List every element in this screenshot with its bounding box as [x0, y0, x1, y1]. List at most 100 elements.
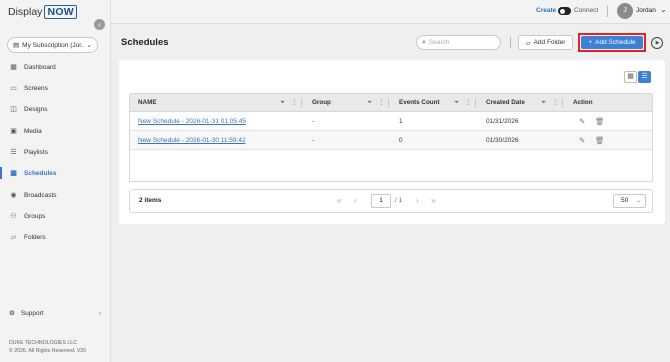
sidebar-item-label: Designs	[24, 105, 48, 113]
sidebar-item-media[interactable]: ▣ Media	[0, 123, 110, 139]
chevron-down-icon: ⌄	[86, 42, 92, 49]
list-icon: ☰	[641, 73, 648, 80]
grid-view-button[interactable]: ▦	[624, 71, 637, 83]
footer-company: DUKE TECHNOLOGIES LLC	[9, 340, 77, 346]
sidebar-item-label: Playlists	[24, 148, 48, 156]
add-schedule-button[interactable]: + Add Schedule	[581, 36, 643, 49]
last-page-icon[interactable]: »	[431, 190, 435, 212]
footer-copyright: © 2026. All Rights Reserved. V26	[9, 348, 87, 354]
filter-icon[interactable]: ⏷	[454, 94, 459, 111]
create-link[interactable]: Create	[536, 7, 556, 14]
search-icon: ⌕	[422, 38, 426, 46]
schedules-icon: ▦	[10, 170, 17, 177]
more-icon[interactable]: ⋮	[552, 94, 559, 111]
chevron-left-icon: ‹	[98, 20, 101, 29]
column-separator	[388, 99, 389, 107]
logo-word-display: Display	[8, 6, 43, 18]
events-count-cell: 0	[399, 137, 403, 144]
sidebar-item-schedules[interactable]: ▦ Schedules	[0, 165, 110, 181]
filter-icon[interactable]: ⏷	[367, 94, 372, 111]
table-header: NAME ⏷ ⋮ Group ⏷ ⋮ Events Count ⏷ ⋮ Crea…	[129, 93, 653, 112]
sidebar-item-playlists[interactable]: ☰ Playlists	[0, 144, 110, 160]
column-header-created-date[interactable]: Created Date	[486, 94, 525, 111]
page-title: Schedules	[121, 37, 169, 48]
grid-icon: ▦	[627, 73, 634, 80]
chevron-down-icon[interactable]: ⌄	[660, 5, 667, 14]
dashboard-icon: ▦	[10, 64, 17, 71]
avatar[interactable]: J	[617, 3, 633, 19]
subscription-select[interactable]: ▤ My Subscription (Jor... ⌄	[7, 37, 98, 53]
filter-icon[interactable]: ⏷	[280, 94, 285, 111]
schedule-name-link[interactable]: New Schedule - 2026-01-31 01:05:45	[138, 112, 246, 131]
sidebar-item-label: Groups	[24, 212, 46, 220]
sidebar-item-screens[interactable]: ▭ Screens	[0, 80, 110, 96]
events-count-cell: 1	[399, 118, 403, 125]
column-header-events-count[interactable]: Events Count	[399, 94, 440, 111]
sidebar-item-folders[interactable]: ▱ Folders	[0, 229, 110, 245]
filter-icon[interactable]: ⏷	[541, 94, 546, 111]
collapse-sidebar-button[interactable]: ‹	[94, 19, 105, 30]
sidebar-item-groups[interactable]: ⚇ Groups	[0, 208, 110, 224]
subscription-icon: ▤	[13, 42, 20, 49]
more-icon[interactable]: ⋮	[465, 94, 472, 111]
table-row[interactable]: New Schedule - 2026-01-30 11:59:42 - 0 0…	[130, 131, 652, 150]
sidebar: Display NOW ‹ ▤ My Subscription (Jor... …	[0, 0, 111, 362]
chevron-down-icon: ⌄	[635, 198, 641, 204]
playlists-icon: ☰	[10, 149, 17, 156]
column-header-action: Action	[573, 99, 593, 106]
list-view-button[interactable]: ☰	[638, 71, 651, 83]
support-icon: ⚙	[9, 310, 15, 317]
top-bar: Create Connect J Jordan ⌄	[111, 0, 670, 24]
play-icon[interactable]: ▶	[651, 37, 663, 49]
screens-icon: ▭	[10, 85, 17, 92]
group-cell: -	[312, 137, 315, 144]
user-name[interactable]: Jordan	[636, 7, 656, 14]
column-header-name[interactable]: NAME	[138, 94, 157, 111]
column-separator	[301, 99, 302, 107]
trash-icon[interactable]: 🗑	[595, 131, 605, 150]
column-separator	[475, 99, 476, 107]
sidebar-item-dashboard[interactable]: ▦ Dashboard	[0, 59, 110, 75]
next-page-icon[interactable]: ›	[416, 190, 419, 212]
sidebar-item-label: Media	[24, 127, 42, 135]
more-icon[interactable]: ⋮	[291, 94, 298, 111]
search-input[interactable]	[428, 39, 489, 46]
connect-label[interactable]: Connect	[574, 7, 598, 14]
sidebar-item-label: Folders	[24, 233, 46, 241]
support-menu[interactable]: ⚙ Support ›	[9, 309, 101, 318]
sidebar-item-designs[interactable]: ◫ Designs	[0, 101, 110, 117]
sidebar-item-label: Schedules	[24, 169, 57, 177]
groups-icon: ⚇	[10, 213, 17, 220]
sidebar-item-label: Broadcasts	[24, 191, 57, 199]
plus-icon: +	[588, 39, 593, 46]
sidebar-item-broadcasts[interactable]: ◉ Broadcasts	[0, 187, 110, 203]
add-folder-button[interactable]: ▱ Add Folder	[518, 35, 573, 50]
first-page-icon[interactable]: «	[337, 190, 341, 212]
mode-toggle[interactable]	[558, 7, 571, 15]
support-label: Support	[20, 309, 44, 317]
page-input[interactable]: 1	[371, 194, 391, 208]
page-size-select[interactable]: 50 ⌄	[613, 194, 646, 208]
page-total: / 1	[395, 197, 403, 204]
column-separator	[562, 99, 563, 107]
created-date-cell: 01/31/2026	[486, 118, 519, 125]
search-box[interactable]: ⌕	[416, 35, 501, 50]
schedules-table: NAME ⏷ ⋮ Group ⏷ ⋮ Events Count ⏷ ⋮ Crea…	[129, 93, 653, 182]
created-date-cell: 01/30/2026	[486, 137, 519, 144]
sidebar-item-label: Screens	[24, 84, 48, 92]
divider	[510, 37, 511, 48]
add-folder-label: Add Folder	[533, 39, 566, 46]
more-icon[interactable]: ⋮	[378, 94, 385, 111]
sidebar-item-label: Dashboard	[24, 63, 56, 71]
edit-icon[interactable]: ✎	[579, 112, 585, 131]
prev-page-icon[interactable]: ‹	[354, 190, 357, 212]
table-row[interactable]: New Schedule - 2026-01-31 01:05:45 - 1 0…	[130, 112, 652, 131]
folders-icon: ▱	[10, 234, 17, 241]
designs-icon: ◫	[10, 106, 17, 113]
schedule-name-link[interactable]: New Schedule - 2026-01-30 11:59:42	[138, 131, 246, 150]
logo[interactable]: Display NOW	[8, 5, 77, 19]
trash-icon[interactable]: 🗑	[595, 112, 605, 131]
logo-word-now: NOW	[44, 5, 77, 19]
edit-icon[interactable]: ✎	[579, 131, 585, 150]
column-header-group[interactable]: Group	[312, 94, 331, 111]
